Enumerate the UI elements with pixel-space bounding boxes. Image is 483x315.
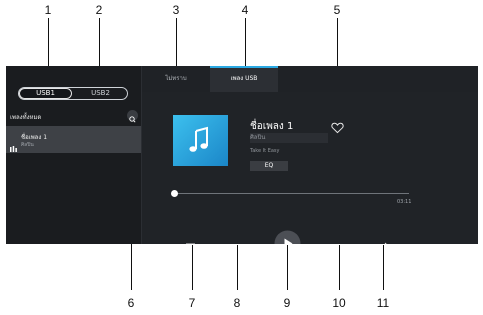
song-artist: ศิลปิน <box>250 133 328 143</box>
usb1-tab[interactable]: USB1 <box>19 88 72 99</box>
active-tab-indicator <box>210 66 278 68</box>
tab-usb-music[interactable]: เพลง USB <box>210 66 278 92</box>
callout-line-9 <box>287 245 288 290</box>
tab-unknown[interactable]: ไม่ทราบ <box>142 66 210 92</box>
usb2-tab[interactable]: USB2 <box>74 88 127 99</box>
callout-5: 5 <box>333 3 341 17</box>
song-list-header: เพลงทั้งหมด <box>10 114 42 121</box>
sidebar: USB1 USB2 เพลงทั้งหมด ชื่อเพลง 1 ศิลปิน <box>6 66 141 244</box>
next-icon[interactable] <box>335 239 344 244</box>
usb-source-toggle: USB1 USB2 <box>18 87 128 100</box>
callout-line-7 <box>192 245 193 290</box>
callout-1: 1 <box>44 3 52 17</box>
callout-6: 6 <box>127 296 135 310</box>
player-screen: USB1 USB2 เพลงทั้งหมด ชื่อเพลง 1 ศิลปิน … <box>6 66 478 244</box>
callout-2: 2 <box>95 3 103 17</box>
playlist-icon[interactable] <box>186 238 198 244</box>
callout-4: 4 <box>241 3 249 17</box>
equalizer-bars-icon <box>10 137 17 156</box>
progress-handle[interactable] <box>171 190 178 197</box>
play-icon <box>274 230 301 244</box>
callout-9: 9 <box>283 296 291 310</box>
callout-3: 3 <box>172 3 180 17</box>
music-note-icon <box>189 126 208 152</box>
progress-bar[interactable] <box>174 193 409 194</box>
song-album: Take It Easy <box>250 148 280 154</box>
repeat-icon[interactable] <box>377 238 389 244</box>
play-button[interactable] <box>274 230 301 244</box>
callout-8: 8 <box>233 296 241 310</box>
callout-11: 11 <box>376 296 390 310</box>
search-icon[interactable] <box>127 110 138 123</box>
previous-icon[interactable] <box>232 239 241 244</box>
callout-line-11 <box>383 245 384 290</box>
album-art <box>173 115 228 166</box>
callout-line-8 <box>237 245 238 290</box>
heart-outline-icon[interactable] <box>331 119 344 138</box>
list-item-artist: ศิลปิน <box>21 142 34 148</box>
eq-button[interactable]: EQ <box>250 161 288 171</box>
total-time: 03:11 <box>397 199 412 205</box>
callout-7: 7 <box>188 296 196 310</box>
song-title: ชื่อเพลง 1 <box>250 121 294 132</box>
callout-10: 10 <box>332 296 346 310</box>
callout-line-10 <box>339 245 340 290</box>
